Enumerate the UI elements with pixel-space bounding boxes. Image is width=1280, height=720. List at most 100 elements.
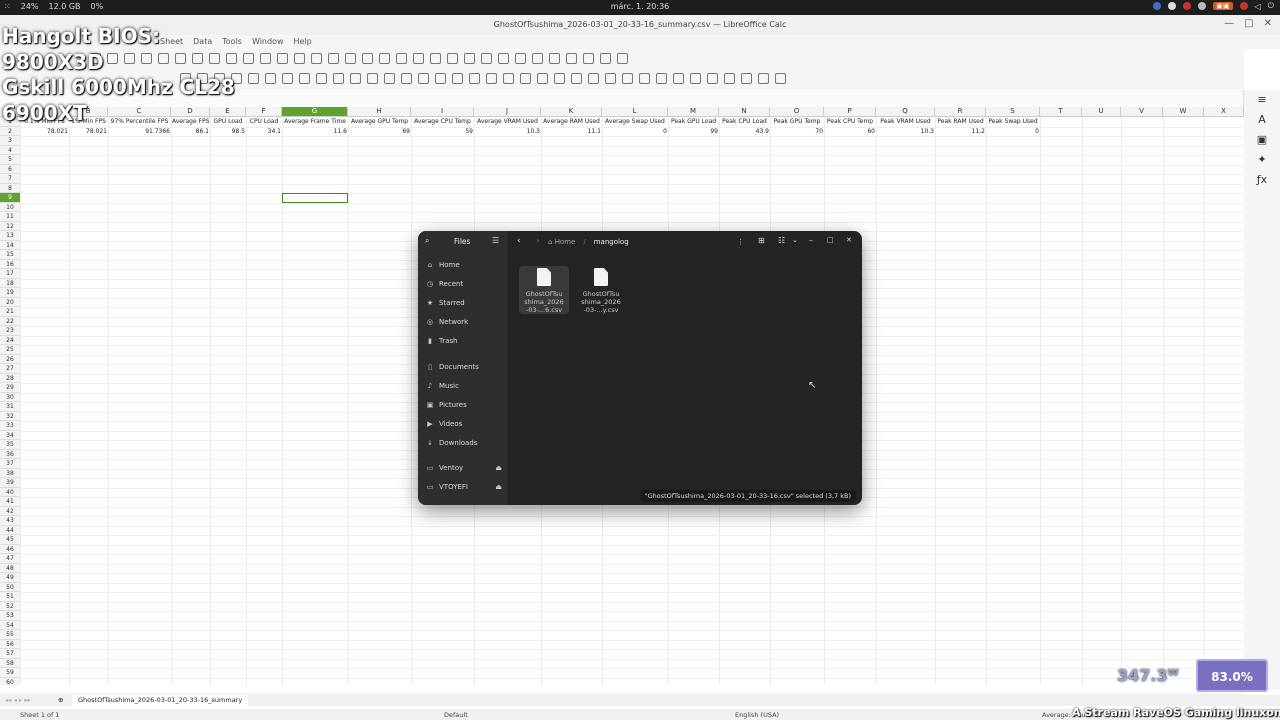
format-button-icon[interactable] — [265, 73, 276, 84]
row-header[interactable]: 32 — [0, 411, 20, 421]
format-button-icon[interactable] — [503, 73, 514, 84]
value-cell[interactable]: 69 — [348, 127, 411, 137]
column-header-o[interactable]: O — [770, 107, 824, 116]
row-header[interactable]: 50 — [0, 582, 20, 592]
toolbar-button-icon[interactable] — [413, 53, 424, 64]
toolbar-button-icon[interactable] — [294, 53, 305, 64]
toolbar-button-icon[interactable] — [583, 53, 594, 64]
header-cell[interactable]: Peak VRAM Used — [876, 117, 935, 127]
toolbar-button-icon[interactable] — [260, 53, 271, 64]
toolbar-button-icon[interactable] — [498, 53, 509, 64]
row-header[interactable]: 21 — [0, 307, 20, 317]
row-header[interactable]: 28 — [0, 373, 20, 383]
sheet-nav-icons[interactable]: ◂◂ ◂ ▸ ▸▸ — [5, 696, 31, 704]
format-button-icon[interactable] — [384, 73, 395, 84]
row-header[interactable]: 51 — [0, 592, 20, 602]
toolbar-button-icon[interactable] — [617, 53, 628, 64]
value-cell[interactable]: 11.2 — [935, 127, 986, 137]
column-header-f[interactable]: F — [246, 107, 282, 116]
format-button-icon[interactable] — [435, 73, 446, 84]
column-header-r[interactable]: R — [935, 107, 986, 116]
row-header[interactable]: 18 — [0, 278, 20, 288]
row-header[interactable]: 59 — [0, 668, 20, 678]
minimize-icon[interactable]: — — [1224, 18, 1234, 29]
sidebar-item-videos[interactable]: ▶ Videos — [426, 417, 502, 431]
row-header[interactable]: 42 — [0, 506, 20, 516]
row-header[interactable]: 56 — [0, 639, 20, 649]
properties-icon[interactable]: ≡ — [1244, 90, 1280, 110]
view-list-icon[interactable]: ☷ — [778, 236, 785, 245]
value-cell[interactable]: 43.9 — [719, 127, 770, 137]
gallery-icon[interactable]: ▣ — [1244, 130, 1280, 150]
row-header[interactable]: 43 — [0, 516, 20, 526]
format-button-icon[interactable] — [673, 73, 684, 84]
functions-icon[interactable]: ƒx — [1244, 170, 1280, 190]
sidebar-item-trash[interactable]: ▮ Trash — [426, 334, 502, 348]
sidebar-item-network[interactable]: ◎ Network — [426, 315, 502, 329]
header-cell[interactable]: Average RAM Used — [541, 117, 602, 127]
column-header-x[interactable]: X — [1204, 107, 1244, 116]
toolbar-button-icon[interactable] — [481, 53, 492, 64]
row-header[interactable]: 24 — [0, 335, 20, 345]
row-header[interactable]: 15 — [0, 250, 20, 260]
header-cell[interactable]: Average Frame Time — [282, 117, 348, 127]
navigator-icon[interactable]: ✦ — [1244, 150, 1280, 170]
column-header-i[interactable]: I — [411, 107, 474, 116]
row-header[interactable]: 31 — [0, 402, 20, 412]
format-button-icon[interactable] — [316, 73, 327, 84]
row-header[interactable]: 11 — [0, 212, 20, 222]
row-header[interactable]: 36 — [0, 449, 20, 459]
header-cell[interactable]: Peak CPU Temp — [824, 117, 876, 127]
clock[interactable]: márc. 1. 20:36 — [611, 2, 670, 11]
sidebar-item-vtoyefi[interactable]: ▭ VTOYEFI ⏏ — [426, 480, 502, 494]
power-menu-icon[interactable]: ⏻ — [1268, 1, 1274, 11]
column-header-g[interactable]: G — [282, 107, 348, 116]
row-header[interactable]: 13 — [0, 231, 20, 241]
toolbar-button-icon[interactable] — [362, 53, 373, 64]
value-cell[interactable]: 86.1 — [171, 127, 210, 137]
file-item[interactable]: GhostOfTsu shima_2026 -03-...y.csv — [576, 266, 626, 314]
row-header[interactable]: 23 — [0, 326, 20, 336]
format-button-icon[interactable] — [537, 73, 548, 84]
sidebar-item-documents[interactable]: ▯ Documents — [426, 360, 502, 374]
format-button-icon[interactable] — [639, 73, 650, 84]
new-folder-icon[interactable]: ⊞ — [758, 236, 765, 245]
row-header[interactable]: 4 — [0, 145, 20, 155]
tray-settings-icon[interactable] — [1168, 2, 1177, 10]
row-header[interactable]: 54 — [0, 620, 20, 630]
value-cell[interactable]: 59 — [411, 127, 474, 137]
column-header-t[interactable]: T — [1040, 107, 1082, 116]
column-header-v[interactable]: V — [1121, 107, 1163, 116]
row-header[interactable]: 25 — [0, 345, 20, 355]
format-button-icon[interactable] — [690, 73, 701, 84]
column-header-s[interactable]: S — [986, 107, 1040, 116]
path-current[interactable]: mangolog — [594, 238, 629, 246]
column-header-l[interactable]: L — [602, 107, 668, 116]
column-header-q[interactable]: Q — [876, 107, 935, 116]
row-header[interactable]: 52 — [0, 601, 20, 611]
volume-icon[interactable]: ◁ — [1255, 2, 1261, 11]
toolbar-button-icon[interactable] — [311, 53, 322, 64]
minimize-icon[interactable]: – — [809, 236, 813, 245]
view-options-icon[interactable]: ⌄ — [792, 236, 798, 244]
row-header[interactable]: 22 — [0, 316, 20, 326]
format-button-icon[interactable] — [401, 73, 412, 84]
toolbar-button-icon[interactable] — [430, 53, 441, 64]
value-cell[interactable]: 0 — [986, 127, 1040, 137]
row-header[interactable]: 14 — [0, 240, 20, 250]
format-button-icon[interactable] — [452, 73, 463, 84]
toolbar-button-icon[interactable] — [396, 53, 407, 64]
row-header[interactable]: 39 — [0, 478, 20, 488]
add-sheet-icon[interactable]: ⊕ — [58, 696, 63, 704]
value-cell[interactable]: 0 — [602, 127, 668, 137]
row-header[interactable]: 29 — [0, 383, 20, 393]
row-header[interactable]: 12 — [0, 221, 20, 231]
format-button-icon[interactable] — [469, 73, 480, 84]
format-button-icon[interactable] — [605, 73, 616, 84]
row-header[interactable]: 33 — [0, 421, 20, 431]
column-header-h[interactable]: H — [348, 107, 411, 116]
row-header[interactable]: 8 — [0, 183, 20, 193]
value-cell[interactable]: 78.021 — [69, 127, 108, 137]
format-button-icon[interactable] — [486, 73, 497, 84]
sidebar-item-pictures[interactable]: ▣ Pictures — [426, 398, 502, 412]
